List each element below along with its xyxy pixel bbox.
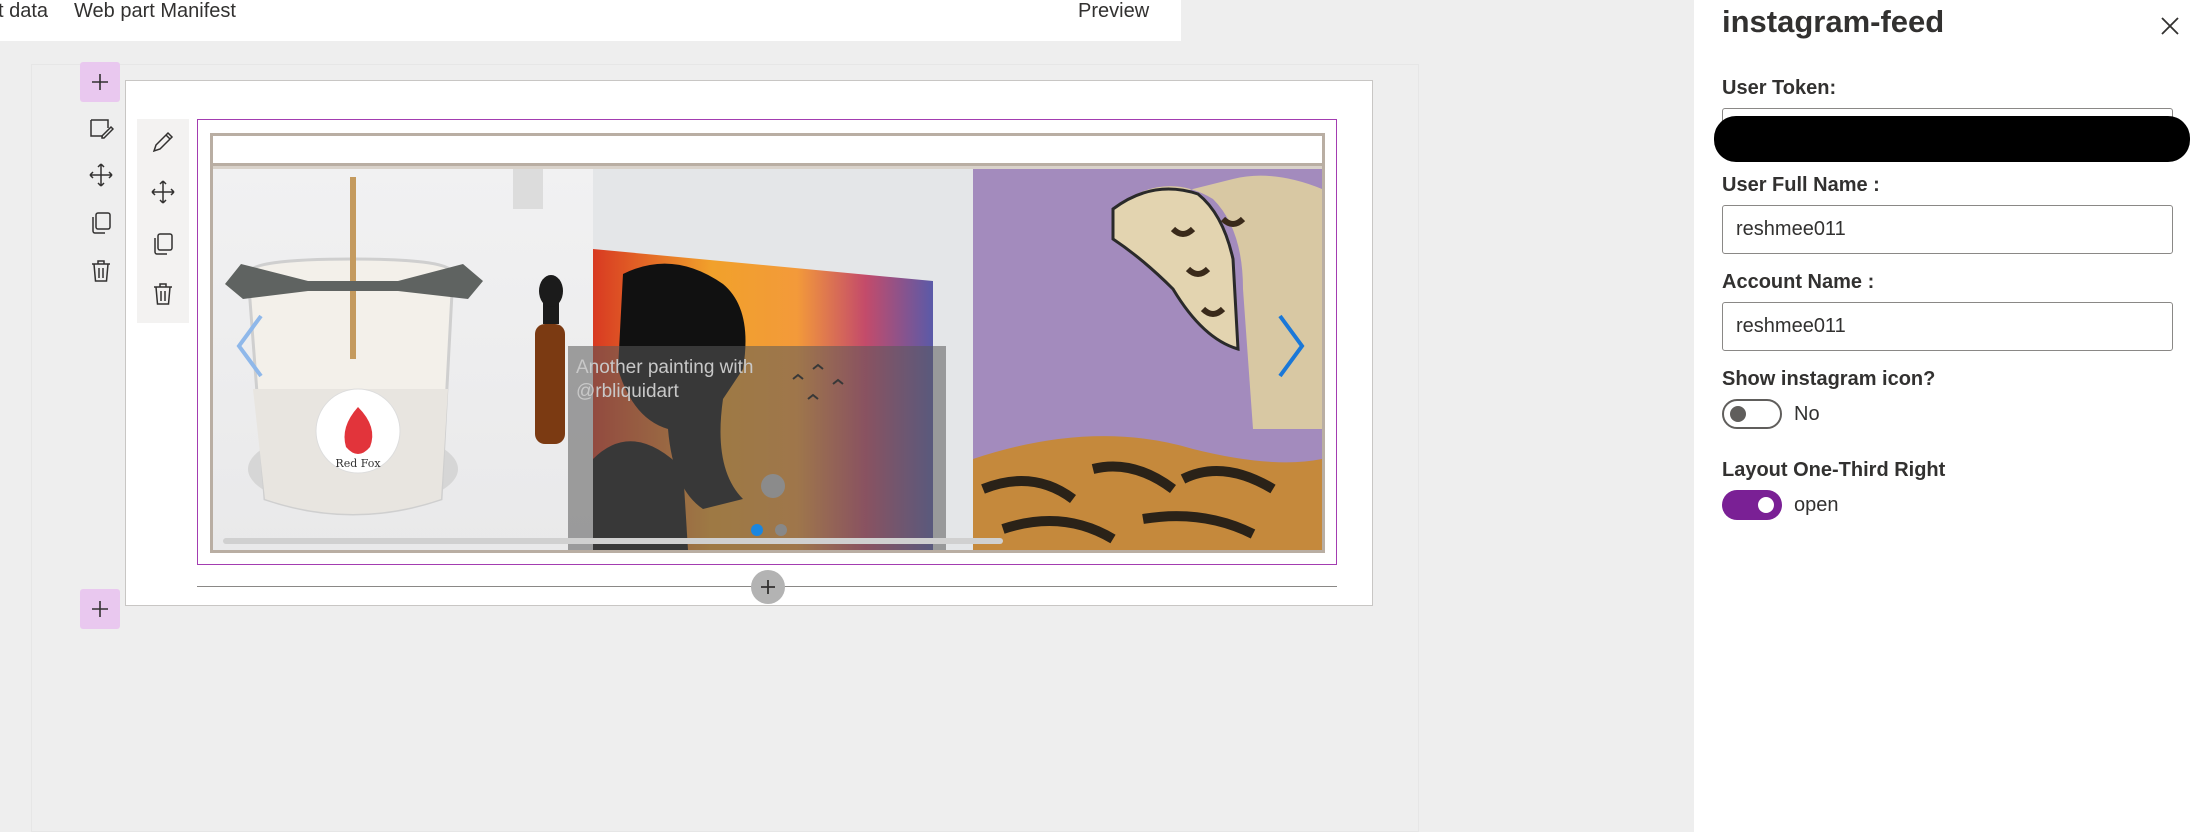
delete-webpart-icon[interactable] <box>148 279 178 309</box>
layout-one-third-right-label: Layout One-Third Right <box>1722 459 1946 481</box>
move-webpart-icon[interactable] <box>148 177 178 207</box>
carousel-header-strip <box>213 136 1322 166</box>
show-instagram-icon-toggle[interactable] <box>1722 399 1782 429</box>
add-webpart-button[interactable] <box>751 570 785 604</box>
layout-one-third-right-state: open <box>1794 494 1839 516</box>
show-instagram-icon-state: No <box>1794 403 1820 425</box>
carousel-pagination <box>751 524 787 536</box>
plus-icon <box>92 601 108 617</box>
slide-caption-overlay: Another painting with @rbliquidart <box>568 346 946 550</box>
slide-caption-text: Another painting with @rbliquidart <box>576 357 754 402</box>
plus-icon <box>92 74 108 90</box>
duplicate-webpart-icon[interactable] <box>148 229 178 259</box>
add-section-bottom-button[interactable] <box>80 589 120 629</box>
carousel-previous-arrow-icon[interactable] <box>231 306 271 386</box>
user-full-name-label: User Full Name : <box>1722 174 1880 196</box>
move-section-icon[interactable] <box>86 160 116 190</box>
carousel-dot[interactable] <box>775 524 787 536</box>
show-instagram-icon-label: Show instagram icon? <box>1722 368 1936 390</box>
account-name-field[interactable]: reshmee011 <box>1722 302 2173 351</box>
redaction-mark <box>1714 116 2190 162</box>
webpart-toolbar <box>137 119 189 323</box>
carousel-next-arrow-icon[interactable] <box>1270 306 1310 386</box>
user-full-name-field[interactable]: reshmee011 <box>1722 205 2173 254</box>
carousel-scrollbar[interactable] <box>223 538 1003 544</box>
user-token-label: User Token: <box>1722 77 1837 99</box>
account-name-label: Account Name : <box>1722 271 1875 293</box>
svg-text:Red Fox: Red Fox <box>335 457 381 470</box>
edit-webpart-icon[interactable] <box>148 127 178 157</box>
layout-one-third-right-toggle[interactable] <box>1722 490 1782 520</box>
instagram-carousel[interactable]: Red Fox Another painting with @rbliquida… <box>210 133 1325 553</box>
top-command-bar: t data Web part Manifest Preview <box>0 0 1181 41</box>
carousel-dot[interactable] <box>751 524 763 536</box>
duplicate-section-icon[interactable] <box>86 208 116 238</box>
add-section-top-button[interactable] <box>80 62 120 102</box>
pane-title: instagram-feed <box>1722 4 1945 39</box>
tab-web-part-manifest[interactable]: Web part Manifest <box>74 0 236 22</box>
property-pane: instagram-feed User Token: User Full Nam… <box>1694 0 2200 832</box>
close-icon[interactable] <box>2156 12 2184 40</box>
plus-icon <box>761 580 775 594</box>
edit-section-icon[interactable] <box>86 113 116 143</box>
tab-test-data[interactable]: t data <box>0 0 48 22</box>
preview-button[interactable]: Preview <box>1078 0 1149 22</box>
delete-section-icon[interactable] <box>86 256 116 286</box>
